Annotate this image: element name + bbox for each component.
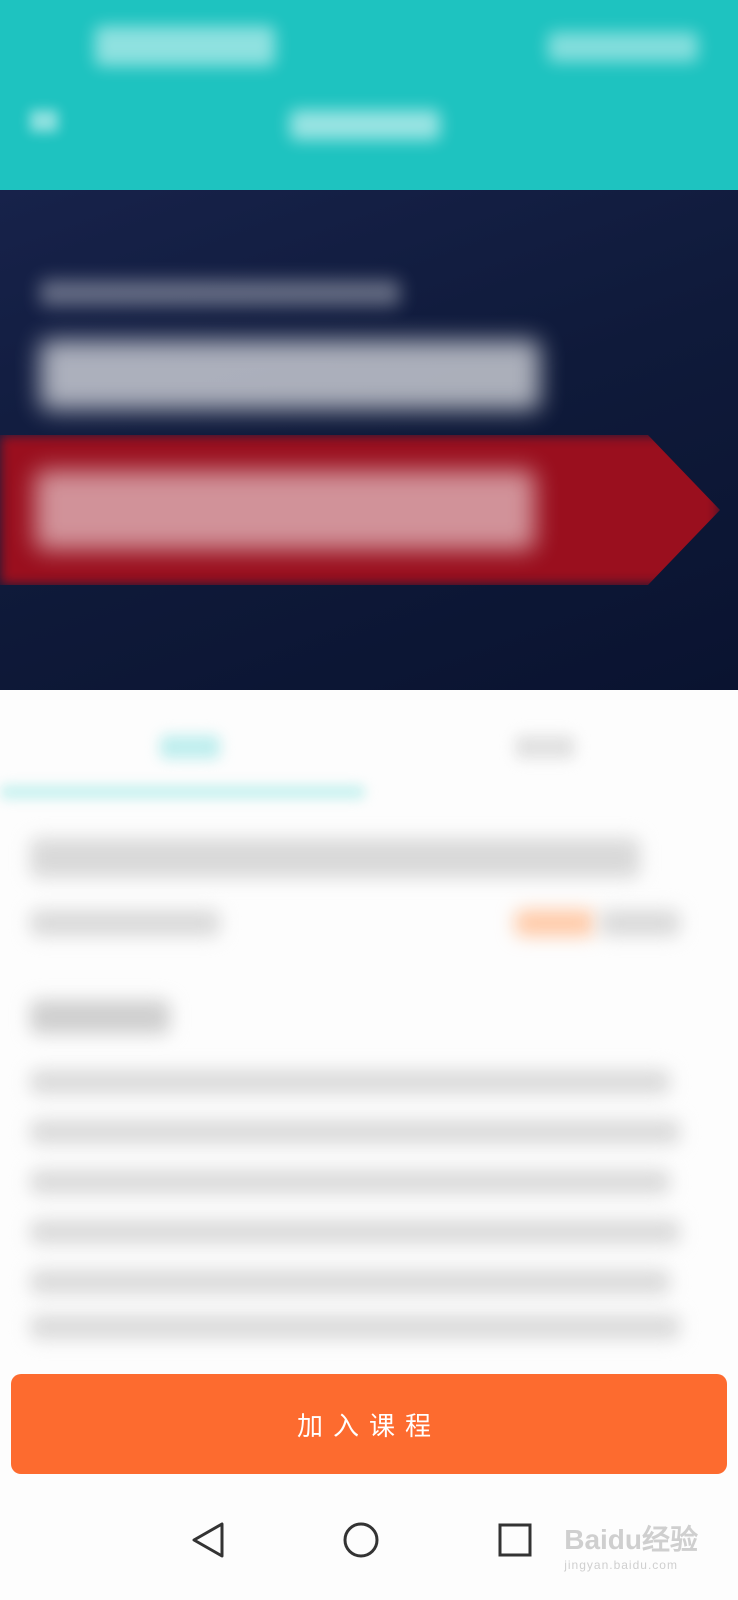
tab-bar	[0, 690, 738, 810]
banner-title	[40, 340, 540, 410]
section-heading	[30, 1000, 170, 1034]
description-line	[30, 1070, 670, 1094]
description-line	[30, 1220, 680, 1244]
description-line	[30, 1315, 680, 1339]
course-banner	[0, 190, 738, 690]
back-icon[interactable]	[30, 110, 58, 132]
header-right-link[interactable]	[548, 32, 698, 62]
tab-intro[interactable]	[160, 735, 220, 759]
watermark-brand: Baidu经验	[564, 1524, 698, 1555]
page-title	[290, 110, 440, 140]
description-line	[30, 1270, 670, 1294]
circle-home-icon[interactable]	[331, 1510, 391, 1570]
banner-subtitle	[40, 280, 400, 306]
course-count	[600, 910, 680, 936]
course-price	[515, 910, 595, 936]
course-title	[30, 838, 640, 878]
banner-ribbon-text	[35, 470, 535, 550]
square-recent-icon[interactable]	[485, 1510, 545, 1570]
watermark: Baidu经验 jingyan.baidu.com	[564, 1518, 698, 1572]
triangle-back-icon[interactable]	[178, 1510, 238, 1570]
description-line	[30, 1120, 680, 1144]
app-logo	[95, 26, 275, 66]
description-line	[30, 1170, 670, 1194]
course-content	[0, 810, 738, 1370]
top-header	[0, 0, 738, 190]
join-course-button[interactable]: 加入课程	[11, 1374, 727, 1474]
tab-active-indicator	[0, 785, 365, 799]
watermark-url: jingyan.baidu.com	[564, 1558, 678, 1572]
tab-catalog[interactable]	[515, 735, 575, 759]
system-nav-bar: Baidu经验 jingyan.baidu.com	[0, 1480, 738, 1600]
course-meta	[30, 910, 220, 936]
